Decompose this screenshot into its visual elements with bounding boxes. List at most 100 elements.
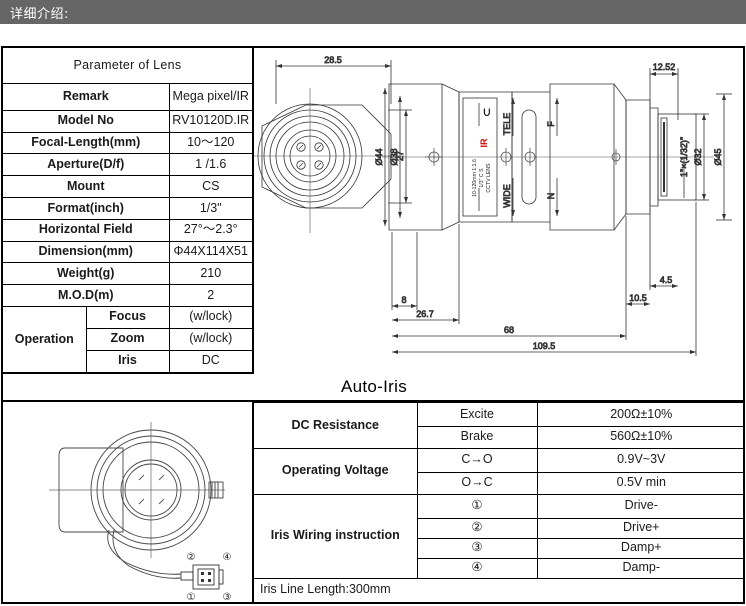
- lens-technical-drawing: 28.5 27 ∪ IR 10-120mm 1:1.6 1/3" C S CCT…: [254, 48, 745, 374]
- table-row: Operation Focus (w/lock): [3, 305, 252, 372]
- dim-label-28-5: 28.5: [324, 55, 342, 65]
- table-row: Horizontal Field 27°～2.3°: [3, 218, 252, 242]
- dim-label-dia32: Ø32: [693, 148, 703, 165]
- label-wide: WIDE: [502, 184, 512, 208]
- side-view-group: [382, 83, 714, 231]
- row-label-model-no: Model No: [3, 109, 170, 133]
- row-label-format: Format(inch): [3, 196, 170, 220]
- row-key-brake: Brake: [416, 425, 538, 449]
- row-label-dimension: Dimension(mm): [3, 240, 170, 264]
- dim-28-5: 28.5: [275, 55, 392, 104]
- dim-label-109-5: 109.5: [533, 341, 556, 351]
- dim-8: 8: [391, 232, 418, 310]
- auto-iris-title: Auto-Iris: [341, 377, 407, 396]
- screw-marks: [138, 474, 165, 505]
- row-value-o-to-c: 0.5V min: [536, 471, 745, 495]
- row-label-operating-voltage: Operating Voltage: [254, 447, 418, 495]
- table-row: Remark Mega pixel/IR: [3, 82, 252, 111]
- row-value-horizontal-field: 27°～2.3°: [168, 218, 252, 242]
- table-row: Iris Wiring instruction ① Drive-: [254, 493, 745, 579]
- row-label-zoom: Zoom: [85, 327, 170, 351]
- row-value-mod: 2: [168, 284, 252, 307]
- row-value-weight: 210: [168, 262, 252, 286]
- row-value-mount: CS: [168, 175, 252, 198]
- svg-text:∪: ∪: [482, 105, 492, 120]
- row-label-focal-length: Focal-Length(mm): [3, 131, 170, 155]
- row-label-aperture: Aperture(D/f): [3, 153, 170, 177]
- table-row: Format(inch) 1/3": [3, 196, 252, 220]
- lens-label-line1: 10-120mm 1:1.6: [472, 159, 478, 197]
- row-value-pin2: Drive+: [536, 517, 745, 539]
- dim-dia38: Ø38: [389, 96, 402, 218]
- row-value-pin3: Damp+: [536, 537, 745, 559]
- label-tele: TELE: [502, 113, 512, 136]
- row-label-weight: Weight(g): [3, 262, 170, 286]
- row-value-pin1: Drive-: [536, 493, 745, 519]
- row-key-c-to-o: C→O: [416, 447, 538, 473]
- page-header-bar: 详细介绍:: [0, 0, 746, 24]
- dim-68: 68: [392, 216, 627, 340]
- row-value-zoom: (w/lock): [168, 327, 252, 351]
- table-row: Dimension(mm) Φ44X114X51: [3, 240, 252, 264]
- dim-109-5: 109.5: [392, 202, 697, 356]
- row-value-brake: 560Ω±10%: [536, 425, 745, 449]
- dim-label-dia44: Ø44: [374, 148, 384, 165]
- table-row: Operating Voltage C→O 0.9V~3V: [254, 447, 745, 495]
- dim-26-7: 26.7: [392, 224, 460, 324]
- table-row: Focal-Length(mm) 10～120: [3, 131, 252, 155]
- lens-label-ir: IR: [479, 138, 489, 148]
- pin-label-4: ④: [223, 552, 232, 563]
- row-label-iris: Iris: [85, 349, 170, 372]
- row-value-excite: 200Ω±10%: [536, 402, 745, 427]
- dim-label-dia38: Ø38: [389, 148, 399, 165]
- dim-label-dia45: Ø45: [713, 148, 723, 165]
- row-value-focal-length: 10～120: [168, 131, 252, 155]
- row-key-pin2: ②: [416, 517, 538, 539]
- pin-label-2: ②: [187, 552, 196, 563]
- table-row: Aperture(D/f) 1 /1.6: [3, 153, 252, 177]
- row-key-pin4: ④: [416, 557, 538, 579]
- table-row-title: Parameter of Lens: [3, 48, 252, 84]
- dim-label-12-52: 12.52: [653, 62, 676, 72]
- dim-thread: 1"×(1/32)": [679, 137, 689, 198]
- iris-lens-drawing: ② ④ ① ③: [3, 402, 254, 602]
- iris-drawing-svg: ② ④ ① ③: [49, 422, 232, 602]
- row-key-excite: Excite: [416, 402, 538, 427]
- dim-label-8: 8: [401, 295, 406, 305]
- row-label-horizontal-field: Horizontal Field: [3, 218, 170, 242]
- row-key-o-to-c: O→C: [416, 471, 538, 495]
- lens-drawing-svg: 28.5 27 ∪ IR 10-120mm 1:1.6 1/3" C S CCT…: [254, 55, 732, 356]
- spec-sheet-page: 详细介绍: Parameter of Lens Remark Mega pixe…: [0, 0, 746, 606]
- label-far: F: [546, 121, 556, 127]
- dim-10-5: 10.5: [626, 293, 650, 306]
- table-row: Iris Line Length:300mm: [254, 577, 745, 602]
- parameter-of-lens-table: Parameter of Lens Remark Mega pixel/IR M…: [3, 48, 252, 372]
- row-value-dimension: Φ44X114X51: [168, 240, 252, 264]
- dim-label-4-5: 4.5: [660, 275, 673, 285]
- row-label-dc-resistance: DC Resistance: [254, 402, 418, 449]
- lens-label-line2: 1/3" C S: [479, 168, 485, 188]
- dim-label-26-7: 26.7: [416, 309, 434, 319]
- row-value-c-to-o: 0.9V~3V: [536, 447, 745, 473]
- dim-dia45: Ø45: [713, 93, 732, 221]
- row-label-remark: Remark: [3, 82, 170, 111]
- row-label-iris-wiring: Iris Wiring instruction: [254, 493, 418, 579]
- dim-label-68: 68: [504, 325, 514, 335]
- lens-label-line3: CCTV LENS: [486, 163, 492, 193]
- dim-label-thread: 1"×(1/32)": [679, 137, 689, 177]
- label-near: N: [546, 193, 556, 200]
- row-key-pin1: ①: [416, 493, 538, 519]
- row-label-focus: Focus: [85, 305, 170, 329]
- table-row: Weight(g) 210: [3, 262, 252, 286]
- dim-12-52: 12.52: [649, 62, 679, 120]
- page-title: 详细介绍:: [10, 6, 69, 22]
- auto-iris-table: DC Resistance Excite 200Ω±10% Brake 560Ω…: [254, 402, 745, 602]
- parameter-of-lens-block: Parameter of Lens Remark Mega pixel/IR M…: [3, 48, 254, 374]
- table-row: Mount CS: [3, 175, 252, 198]
- auto-iris-title-row: Auto-Iris: [3, 374, 745, 402]
- pin-label-3: ③: [223, 592, 232, 602]
- dim-dia44: Ø44: [374, 88, 387, 226]
- spec-sheet-frame: Parameter of Lens Remark Mega pixel/IR M…: [1, 46, 745, 604]
- table-row: Model No RV10120D.IR: [3, 109, 252, 133]
- row-label-mount: Mount: [3, 175, 170, 198]
